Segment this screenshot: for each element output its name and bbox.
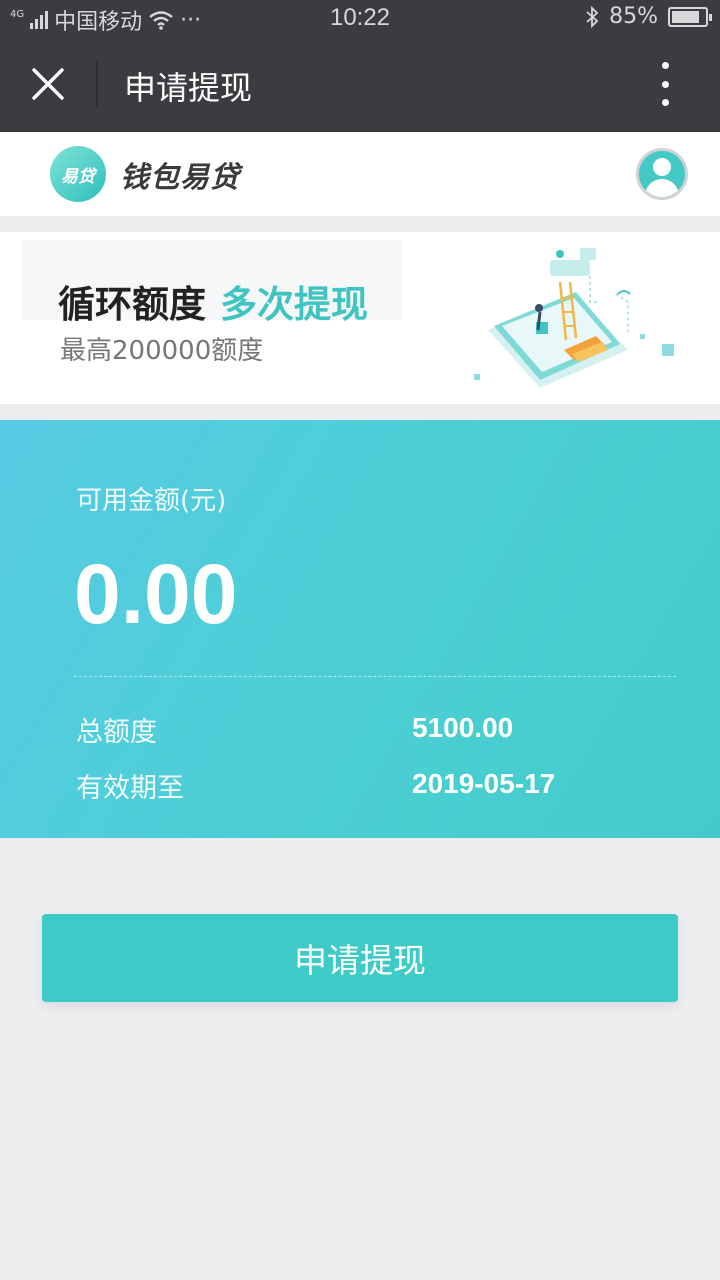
more-dot-icon — [661, 80, 669, 88]
more-menu-button[interactable] — [650, 62, 680, 106]
page-title: 申请提现 — [124, 69, 253, 107]
banner-title-main: 循环额度 — [58, 283, 206, 326]
bluetooth-icon — [586, 5, 599, 28]
apply-withdraw-button[interactable]: 申请提现 — [42, 914, 678, 1002]
banner-title: 循环额度 多次提现 — [58, 274, 368, 328]
promo-banner[interactable]: 循环额度 多次提现 最高200000额度 — [0, 232, 720, 404]
more-dot-icon — [661, 99, 669, 106]
user-body-icon — [645, 179, 679, 197]
brand-header: 易贷 钱包易贷 — [0, 132, 720, 216]
close-icon — [32, 68, 64, 100]
status-bar: 4G 中国移动 ··· 10:22 85% — [0, 0, 720, 36]
banner-subtitle: 最高200000额度 — [60, 336, 264, 366]
available-amount-value: 0.00 — [74, 547, 238, 641]
title-divider — [96, 60, 98, 108]
close-button[interactable] — [22, 58, 74, 110]
total-limit-value: 5100.00 — [412, 712, 514, 743]
battery-fill — [672, 10, 699, 23]
battery-icon — [668, 6, 712, 27]
available-amount-label: 可用金额(元) — [76, 486, 227, 516]
valid-until-value: 2019-05-17 — [412, 768, 556, 799]
banner-title-highlight: 多次提现 — [220, 283, 368, 326]
user-avatar-button[interactable] — [636, 148, 688, 200]
battery-percent: 85% — [609, 4, 658, 29]
phone-illustration-icon — [474, 248, 674, 388]
brand-name: 钱包易贷 — [120, 160, 241, 194]
balance-card: 可用金额(元) 0.00 总额度 5100.00 有效期至 2019-05-17 — [0, 420, 720, 838]
card-divider — [74, 676, 676, 677]
valid-until-label: 有效期至 — [76, 773, 184, 804]
user-head-icon — [653, 158, 671, 176]
title-bar: 申请提现 — [0, 36, 720, 132]
total-limit-label: 总额度 — [76, 717, 157, 748]
status-right: 85% — [585, 4, 712, 29]
brand-logo: 易贷 — [50, 146, 106, 202]
more-dot-icon — [661, 62, 669, 69]
